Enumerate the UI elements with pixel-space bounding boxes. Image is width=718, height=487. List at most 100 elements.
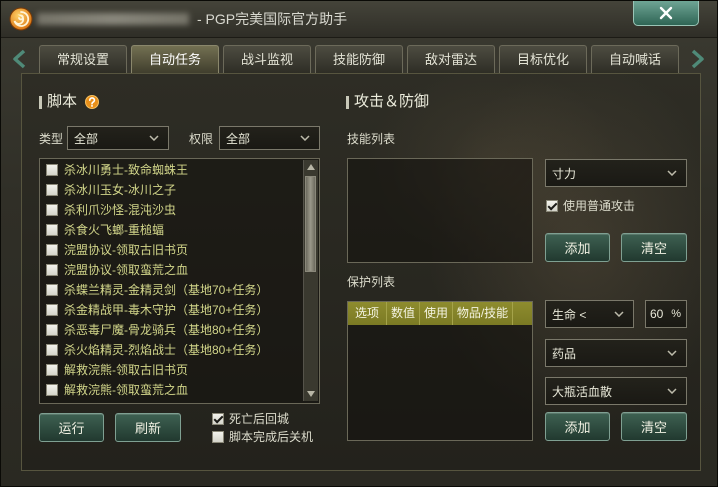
- script-item-checkbox[interactable]: [46, 184, 58, 196]
- use-normal-attack-checkbox[interactable]: [546, 200, 558, 212]
- shutdown-after-script-checkbox[interactable]: [212, 431, 224, 443]
- tab-skill-defense[interactable]: 技能防御: [315, 45, 403, 73]
- script-item-label: 杀冰川玉女-冰川之子: [64, 183, 176, 197]
- section-marker: [346, 96, 349, 109]
- script-list-item[interactable]: 杀食火飞螂-重槌蝠: [40, 220, 302, 240]
- script-item-checkbox[interactable]: [46, 364, 58, 376]
- script-item-checkbox[interactable]: [46, 284, 58, 296]
- script-item-checkbox[interactable]: [46, 264, 58, 276]
- script-item-label: 杀冰川勇士-致命蜘蛛王: [64, 163, 188, 177]
- close-icon: [659, 6, 673, 20]
- script-item-label: 杀恶毒尸魔-骨龙骑兵（基地80+任务）: [64, 323, 269, 337]
- chevron-right-icon[interactable]: [688, 49, 706, 69]
- condition-select-value: 生命 <: [552, 307, 587, 322]
- script-list-scrollbar[interactable]: [303, 160, 318, 401]
- script-list-item[interactable]: 解救浣熊-领取蛮荒之血: [40, 380, 302, 400]
- threshold-value: 60: [650, 307, 664, 321]
- skill-select[interactable]: 寸力: [545, 159, 687, 187]
- scroll-thumb[interactable]: [305, 176, 316, 272]
- type-select[interactable]: 全部: [67, 126, 169, 150]
- script-item-checkbox[interactable]: [46, 344, 58, 356]
- script-item-checkbox[interactable]: [46, 244, 58, 256]
- return-on-death-label: 死亡后回城: [229, 412, 290, 426]
- script-item-label: 解救浣熊-领取蛮荒之血: [64, 383, 188, 397]
- script-item-checkbox[interactable]: [46, 324, 58, 336]
- column-header-value[interactable]: 数值: [387, 302, 420, 325]
- script-list[interactable]: 杀冰川勇士-致命蜘蛛王 杀冰川玉女-冰川之子 杀利爪沙怪-混沌沙虫 杀食火飞螂-重槌蝠…: [39, 158, 320, 404]
- item-type-select-value: 药品: [552, 346, 577, 361]
- tab-enemy-radar[interactable]: 敌对雷达: [407, 45, 495, 73]
- skill-add-button[interactable]: 添加: [545, 233, 610, 262]
- script-list-item[interactable]: 杀火焰精灵-烈焰战士（基地80+任务）: [40, 340, 302, 360]
- skill-select-value: 寸力: [552, 166, 577, 181]
- chevron-down-icon: [667, 170, 677, 176]
- script-list-item[interactable]: 杀金精战甲-毒木守护（基地70+任务）: [40, 300, 302, 320]
- run-button[interactable]: 运行: [39, 413, 104, 442]
- chevron-down-icon: [300, 135, 310, 141]
- return-on-death-checkbox[interactable]: [212, 413, 224, 425]
- column-header-item-skill[interactable]: 物品/技能: [453, 302, 513, 325]
- script-item-checkbox[interactable]: [46, 164, 58, 176]
- script-list-item[interactable]: 杀冰川玉女-冰川之子: [40, 180, 302, 200]
- item-type-select[interactable]: 药品: [545, 339, 687, 367]
- condition-select[interactable]: 生命 <: [545, 300, 634, 328]
- app-logo-icon: [9, 7, 33, 31]
- threshold-unit: %: [671, 308, 681, 320]
- script-section-title: 脚本: [47, 93, 78, 110]
- redacted-title-text: [37, 13, 189, 25]
- script-item-label: 浣盟协议-领取蛮荒之血: [64, 263, 188, 277]
- script-list-item[interactable]: 浣盟协议-领取蛮荒之血: [40, 260, 302, 280]
- protect-add-button[interactable]: 添加: [545, 412, 610, 441]
- app-window: - PGP完美国际官方助手 常规设置 自动任务 战斗监视 技能防御 敌对雷达 目…: [0, 0, 718, 487]
- script-item-label: 杀蝶兰精灵-金精灵剑（基地70+任务）: [64, 283, 269, 297]
- combat-section-title: 攻击＆防御: [354, 93, 430, 110]
- skill-clear-button[interactable]: 清空: [621, 233, 687, 262]
- script-item-checkbox[interactable]: [46, 384, 58, 396]
- script-list-item[interactable]: 杀恶毒尸魔-骨龙骑兵（基地80+任务）: [40, 320, 302, 340]
- tab-auto-shout[interactable]: 自动喊话: [591, 45, 679, 73]
- shutdown-after-script-label: 脚本完成后关机: [229, 430, 314, 444]
- help-icon[interactable]: [85, 95, 99, 109]
- type-label: 类型: [39, 132, 64, 146]
- script-list-item[interactable]: 杀利爪沙怪-混沌沙虫: [40, 200, 302, 220]
- protect-table-header: 选项 数值 使用 物品/技能: [348, 302, 532, 325]
- close-button[interactable]: [633, 1, 699, 26]
- script-item-label: 杀利爪沙怪-混沌沙虫: [64, 203, 176, 217]
- skill-list[interactable]: [347, 158, 533, 263]
- script-list-item[interactable]: 浣盟协议-领取古旧书页: [40, 240, 302, 260]
- script-item-label: 解救浣熊-领取古旧书页: [64, 363, 188, 377]
- chevron-left-icon[interactable]: [11, 49, 29, 69]
- type-select-value: 全部: [74, 131, 99, 146]
- protect-list-table[interactable]: 选项 数值 使用 物品/技能: [347, 301, 533, 441]
- column-header-option[interactable]: 选项: [348, 302, 387, 325]
- refresh-button[interactable]: 刷新: [115, 413, 181, 442]
- use-normal-attack-label: 使用普通攻击: [563, 199, 636, 213]
- script-item-checkbox[interactable]: [46, 204, 58, 216]
- permission-select[interactable]: 全部: [219, 126, 320, 150]
- script-list-item[interactable]: 杀冰川勇士-致命蜘蛛王: [40, 160, 302, 180]
- tab-combat-monitor[interactable]: 战斗监视: [223, 45, 311, 73]
- chevron-down-icon: [149, 135, 159, 141]
- tab-general-settings[interactable]: 常规设置: [39, 45, 127, 73]
- tab-target-optimize[interactable]: 目标优化: [499, 45, 587, 73]
- item-select[interactable]: 大瓶活血散: [545, 377, 687, 405]
- title-bar[interactable]: - PGP完美国际官方助手: [1, 1, 717, 38]
- scroll-up-arrow-icon[interactable]: [306, 163, 316, 171]
- script-list-item[interactable]: 杀蝶兰精灵-金精灵剑（基地70+任务）: [40, 280, 302, 300]
- script-item-checkbox[interactable]: [46, 224, 58, 236]
- permission-select-value: 全部: [226, 131, 251, 146]
- column-header-use[interactable]: 使用: [420, 302, 453, 325]
- script-list-item[interactable]: 解救浣熊-领取古旧书页: [40, 360, 302, 380]
- section-marker: [39, 96, 42, 109]
- skill-list-label: 技能列表: [347, 132, 396, 146]
- script-list-rows: 杀冰川勇士-致命蜘蛛王 杀冰川玉女-冰川之子 杀利爪沙怪-混沌沙虫 杀食火飞螂-重槌蝠…: [40, 159, 304, 403]
- scroll-down-arrow-icon[interactable]: [306, 390, 316, 398]
- tab-auto-task[interactable]: 自动任务: [131, 45, 219, 73]
- threshold-input[interactable]: 60 %: [645, 300, 687, 328]
- item-select-value: 大瓶活血散: [552, 384, 613, 399]
- script-item-label: 杀食火飞螂-重槌蝠: [64, 223, 164, 237]
- chevron-down-icon: [667, 388, 677, 394]
- protect-clear-button[interactable]: 清空: [621, 412, 687, 441]
- script-item-checkbox[interactable]: [46, 304, 58, 316]
- script-item-label: 杀火焰精灵-烈焰战士（基地80+任务）: [64, 343, 269, 357]
